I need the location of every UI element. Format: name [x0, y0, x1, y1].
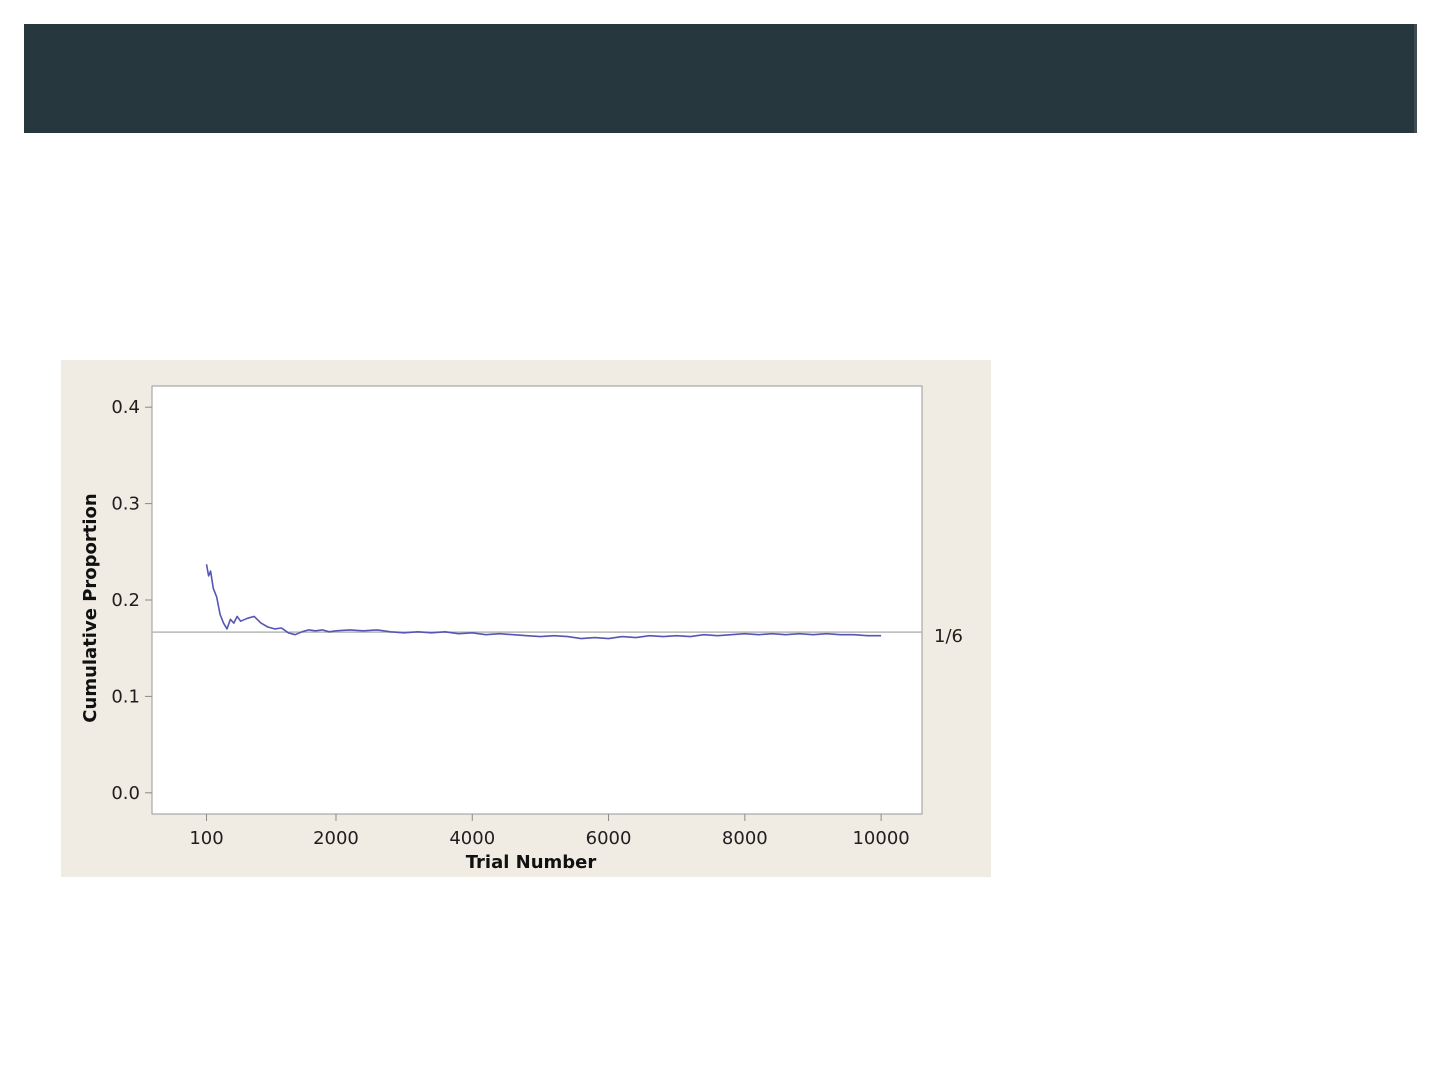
- chart-frame: 0.0 0.1 0.2 0.3 0.4 100 2000 4000 6000 8000 10000…: [61, 360, 991, 877]
- x-axis-title: Trial Number: [466, 852, 597, 873]
- y-tick-label: 0.2: [111, 590, 140, 611]
- x-tick-label: 2000: [313, 828, 359, 849]
- y-tick-label: 0.4: [111, 397, 140, 418]
- x-tick-label: 10000: [852, 828, 909, 849]
- x-tick-label: 100: [189, 828, 223, 849]
- reference-line-label: 1/6: [934, 626, 963, 647]
- y-tick-label: 0.3: [111, 494, 140, 515]
- header-band: [24, 24, 1417, 133]
- plot-area: [151, 385, 923, 815]
- x-tick-label: 6000: [586, 828, 632, 849]
- x-axis: 100 2000 4000 6000 8000 10000: [189, 814, 910, 849]
- y-tick-label: 0.0: [111, 783, 140, 804]
- y-axis: 0.0 0.1 0.2 0.3 0.4: [111, 397, 152, 804]
- x-tick-label: 8000: [722, 828, 768, 849]
- y-axis-title: Cumulative Proportion: [80, 493, 101, 722]
- y-tick-label: 0.1: [111, 686, 140, 707]
- x-tick-label: 4000: [449, 828, 495, 849]
- cumulative-proportion-chart: 0.0 0.1 0.2 0.3 0.4 100 2000 4000 6000 8000 10000…: [80, 385, 963, 873]
